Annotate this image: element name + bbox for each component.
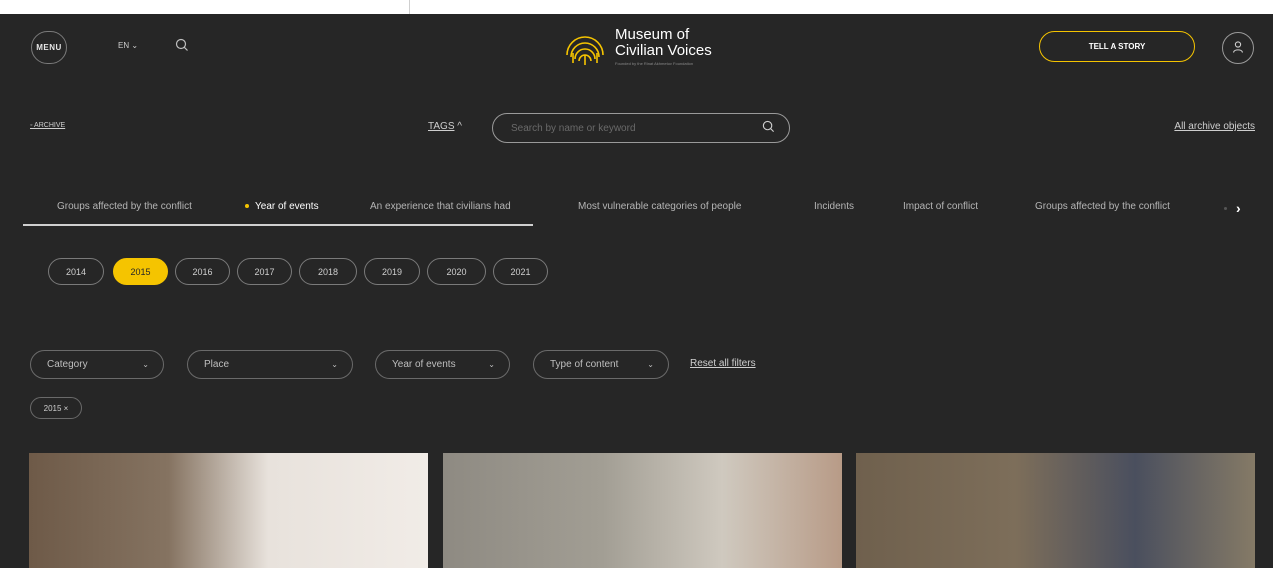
search-icon[interactable] (762, 120, 775, 136)
site-logo[interactable]: Museum of Civilian Voices Founded by the… (563, 23, 712, 70)
year-2014-button[interactable]: 2014 (48, 258, 104, 285)
tab-incidents[interactable]: Incidents (814, 201, 854, 212)
filter-label: Place (204, 359, 230, 370)
active-dot-icon (245, 204, 249, 209)
logo-subtitle: Founded by the Rinat Akhmetov Foundation (615, 61, 694, 66)
chevron-down-icon: ⌄ (488, 360, 495, 369)
year-2016-button[interactable]: 2016 (175, 258, 230, 285)
chevron-down-icon: ⌄ (142, 360, 149, 369)
story-card-image[interactable] (856, 453, 1255, 568)
place-filter[interactable]: Place ⌄ (187, 350, 353, 379)
year-2019-button[interactable]: 2019 (364, 258, 420, 285)
filter-label: Type of content (550, 359, 619, 370)
user-icon (1231, 40, 1245, 57)
year-of-events-filter[interactable]: Year of events ⌄ (375, 350, 510, 379)
tab-year-of-events[interactable]: Year of events (245, 201, 319, 212)
search-icon[interactable] (175, 38, 189, 55)
tab-experience[interactable]: An experience that civilians had (370, 201, 511, 212)
year-2017-button[interactable]: 2017 (237, 258, 292, 285)
tabs-separator-dot (1224, 207, 1227, 210)
browser-top-strip (0, 0, 1273, 14)
category-filter[interactable]: Category ⌄ (30, 350, 164, 379)
year-2021-button[interactable]: 2021 (493, 258, 548, 285)
year-2020-button[interactable]: 2020 (427, 258, 486, 285)
logo-title-line1: Museum of (615, 26, 690, 43)
story-card-image[interactable] (29, 453, 428, 568)
search-field[interactable] (492, 113, 790, 143)
search-input[interactable] (509, 121, 743, 135)
year-2015-button[interactable]: 2015 (113, 258, 168, 285)
chevron-up-icon: ^ (457, 121, 462, 132)
breadcrumb-archive[interactable]: ◦ ARCHIVE (30, 122, 65, 129)
menu-button[interactable]: MENU (31, 31, 67, 64)
category-tabs: Groups affected by the conflict Year of … (0, 195, 1273, 227)
reset-filters-link[interactable]: Reset all filters (690, 358, 756, 369)
fingerprint-logo-icon (563, 23, 607, 70)
chevron-down-icon: ⌄ (647, 360, 654, 369)
tags-label: TAGS (428, 121, 455, 132)
tab-impact-of-conflict[interactable]: Impact of conflict (903, 201, 978, 212)
tab-label: Year of events (255, 201, 319, 212)
tell-a-story-button[interactable]: TELL A STORY (1039, 31, 1195, 62)
chevron-right-icon[interactable]: › (1236, 200, 1241, 216)
filter-label: Category (47, 359, 88, 370)
logo-text: Museum of Civilian Voices Founded by the… (615, 26, 712, 67)
tabs-scroll-indicator (23, 224, 533, 226)
tab-groups-affected[interactable]: Groups affected by the conflict (57, 201, 192, 212)
filter-label: Year of events (392, 359, 456, 370)
story-card-image[interactable] (443, 453, 842, 568)
divider (409, 0, 410, 14)
user-account-button[interactable] (1222, 32, 1254, 64)
tab-groups-affected-2[interactable]: Groups affected by the conflict (1035, 201, 1170, 212)
tab-vulnerable-categories[interactable]: Most vulnerable categories of people (578, 201, 741, 212)
year-2018-button[interactable]: 2018 (299, 258, 357, 285)
all-archive-objects-link[interactable]: All archive objects (1174, 121, 1255, 132)
type-of-content-filter[interactable]: Type of content ⌄ (533, 350, 669, 379)
active-filter-chip[interactable]: 2015 × (30, 397, 82, 419)
language-selector[interactable]: EN ⌄ (118, 41, 138, 50)
logo-title-line2: Civilian Voices (615, 42, 712, 59)
chevron-down-icon: ⌄ (331, 360, 338, 369)
tags-toggle[interactable]: TAGS ^ (428, 121, 462, 132)
